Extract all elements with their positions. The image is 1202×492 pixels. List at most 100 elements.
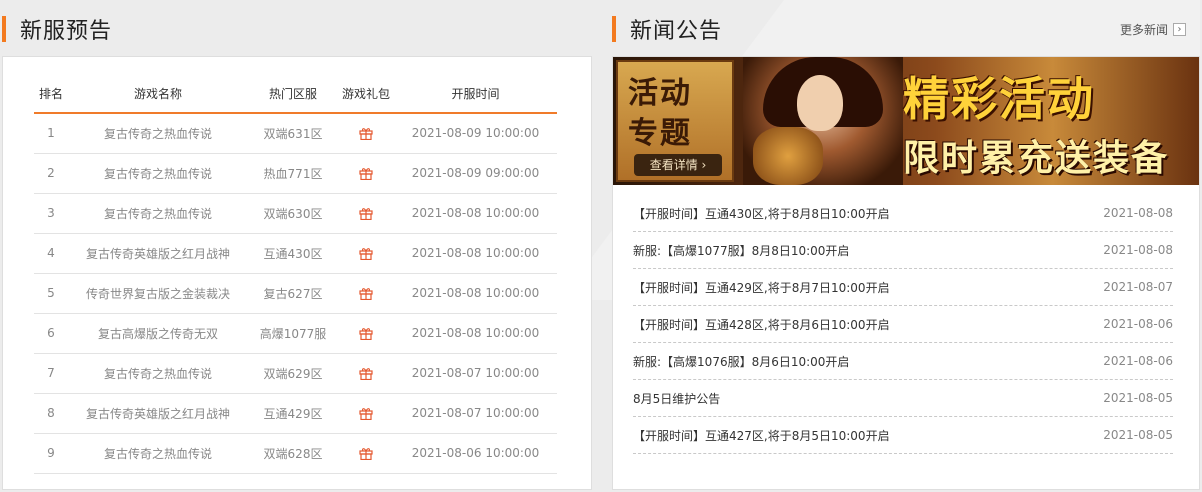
- gift-icon[interactable]: [359, 327, 373, 341]
- news-item[interactable]: 新服:【高爆1077服】8月8日10:00开启 2021-08-08: [633, 232, 1173, 269]
- news-item[interactable]: 【开服时间】互通429区,将于8月7日10:00开启 2021-08-07: [633, 269, 1173, 306]
- event-banner[interactable]: 活动 专题 查看详情 › 精彩活动 限时累充送装备: [613, 57, 1199, 185]
- news-item-title[interactable]: 新服:【高爆1077服】8月8日10:00开启: [633, 242, 849, 259]
- col-rank: 排名: [34, 75, 68, 114]
- gift-cell: [338, 193, 394, 234]
- server-name-link[interactable]: 复古627区: [248, 273, 338, 314]
- col-server: 热门区服: [248, 75, 338, 114]
- new-server-header: 新服预告: [2, 12, 112, 46]
- news-item-title[interactable]: 新服:【高爆1076服】8月6日10:00开启: [633, 353, 849, 370]
- news-list: 【开服时间】互通430区,将于8月8日10:00开启 2021-08-08 新服:【…: [633, 195, 1173, 454]
- open-time-cell: 2021-08-08 10:00:00: [394, 193, 557, 234]
- news-item[interactable]: 8月5日维护公告 2021-08-05: [633, 380, 1173, 417]
- news-title: 新闻公告: [630, 19, 723, 44]
- open-time-cell: 2021-08-08 10:00:00: [394, 233, 557, 274]
- new-server-title: 新服预告: [20, 19, 113, 44]
- rank-cell: 3: [34, 193, 68, 234]
- open-time-cell: 2021-08-09 09:00:00: [394, 153, 557, 194]
- server-name-link[interactable]: 热血771区: [248, 153, 338, 194]
- table-row: 5 传奇世界复古版之金装裁决 复古627区 2021-08-08 10:00:00: [34, 273, 557, 314]
- game-name-link[interactable]: 复古传奇之热血传说: [68, 113, 248, 154]
- gift-icon[interactable]: [359, 207, 373, 221]
- rank-cell: 2: [34, 153, 68, 194]
- game-name-link[interactable]: 复古传奇之热血传说: [68, 433, 248, 474]
- open-time-cell: 2021-08-08 10:00:00: [394, 273, 557, 314]
- news-item-date: 2021-08-06: [1103, 317, 1173, 331]
- server-name-link[interactable]: 双端629区: [248, 353, 338, 394]
- news-item[interactable]: 【开服时间】互通428区,将于8月6日10:00开启 2021-08-06: [633, 306, 1173, 343]
- gift-cell: [338, 233, 394, 274]
- news-header: 新闻公告 更多新闻 ›: [612, 12, 1200, 46]
- banner-topic-line2: 专题: [628, 116, 692, 151]
- open-time-cell: 2021-08-07 10:00:00: [394, 353, 557, 394]
- game-name-link[interactable]: 传奇世界复古版之金装裁决: [68, 273, 248, 314]
- chevron-right-icon: ›: [1173, 23, 1186, 36]
- table-row: 8 复古传奇英雄版之红月战神 互通429区 2021-08-07 10:00:00: [34, 393, 557, 434]
- news-item[interactable]: 【开服时间】互通430区,将于8月8日10:00开启 2021-08-08: [633, 195, 1173, 232]
- gift-cell: [338, 273, 394, 314]
- gift-icon[interactable]: [359, 247, 373, 261]
- rank-cell: 1: [34, 113, 68, 154]
- gift-icon[interactable]: [359, 287, 373, 301]
- news-item-date: 2021-08-08: [1103, 243, 1173, 257]
- game-name-link[interactable]: 复古传奇之热血传说: [68, 353, 248, 394]
- news-item-date: 2021-08-08: [1103, 206, 1173, 220]
- banner-headline: 精彩活动: [903, 72, 1095, 126]
- news-item-date: 2021-08-07: [1103, 280, 1173, 294]
- server-name-link[interactable]: 互通429区: [248, 393, 338, 434]
- open-time-cell: 2021-08-09 10:00:00: [394, 113, 557, 154]
- event-topic-box: 活动 专题 查看详情 ›: [616, 60, 734, 182]
- gift-icon[interactable]: [359, 447, 373, 461]
- gift-cell: [338, 313, 394, 354]
- gift-cell: [338, 433, 394, 474]
- news-item-date: 2021-08-05: [1103, 391, 1173, 405]
- server-name-link[interactable]: 双端630区: [248, 193, 338, 234]
- header-accent-bar: [612, 16, 616, 42]
- table-header-row: 排名 游戏名称 热门区服 游戏礼包 开服时间: [34, 75, 557, 114]
- table-row: 4 复古传奇英雄版之红月战神 互通430区 2021-08-08 10:00:00: [34, 233, 557, 274]
- gift-icon[interactable]: [359, 367, 373, 381]
- table-row: 9 复古传奇之热血传说 双端628区 2021-08-06 10:00:00: [34, 433, 557, 474]
- news-item[interactable]: 新服:【高爆1076服】8月6日10:00开启 2021-08-06: [633, 343, 1173, 380]
- rank-cell: 5: [34, 273, 68, 314]
- server-name-link[interactable]: 双端628区: [248, 433, 338, 474]
- game-name-link[interactable]: 复古传奇之热血传说: [68, 193, 248, 234]
- news-item-title[interactable]: 【开服时间】互通430区,将于8月8日10:00开启: [633, 205, 890, 222]
- server-name-link[interactable]: 高爆1077服: [248, 313, 338, 354]
- table-row: 1 复古传奇之热血传说 双端631区 2021-08-09 10:00:00: [34, 113, 557, 154]
- game-name-link[interactable]: 复古传奇之热血传说: [68, 153, 248, 194]
- gift-cell: [338, 393, 394, 434]
- view-details-button[interactable]: 查看详情 ›: [634, 154, 722, 176]
- gift-icon[interactable]: [359, 407, 373, 421]
- open-time-cell: 2021-08-06 10:00:00: [394, 433, 557, 474]
- news-item-date: 2021-08-05: [1103, 428, 1173, 442]
- open-time-cell: 2021-08-08 10:00:00: [394, 313, 557, 354]
- news-item-title[interactable]: 【开服时间】互通427区,将于8月5日10:00开启: [633, 427, 890, 444]
- rank-cell: 7: [34, 353, 68, 394]
- game-name-link[interactable]: 复古高爆版之传奇无双: [68, 313, 248, 354]
- game-name-link[interactable]: 复古传奇英雄版之红月战神: [68, 393, 248, 434]
- more-news-link[interactable]: 更多新闻 ›: [1120, 21, 1186, 38]
- banner-topic-line1: 活动: [628, 76, 692, 111]
- rank-cell: 6: [34, 313, 68, 354]
- gift-icon[interactable]: [359, 167, 373, 181]
- table-row: 3 复古传奇之热血传说 双端630区 2021-08-08 10:00:00: [34, 193, 557, 234]
- news-item-title[interactable]: 8月5日维护公告: [633, 390, 720, 407]
- server-name-link[interactable]: 双端631区: [248, 113, 338, 154]
- server-name-link[interactable]: 互通430区: [248, 233, 338, 274]
- gift-cell: [338, 153, 394, 194]
- news-item-title[interactable]: 【开服时间】互通428区,将于8月6日10:00开启: [633, 316, 890, 333]
- gift-cell: [338, 113, 394, 154]
- news-item[interactable]: 【开服时间】互通427区,将于8月5日10:00开启 2021-08-05: [633, 417, 1173, 454]
- banner-subline: 限时累充送装备: [903, 137, 1170, 179]
- open-time-cell: 2021-08-07 10:00:00: [394, 393, 557, 434]
- col-gift: 游戏礼包: [338, 75, 394, 114]
- new-server-panel: 排名 游戏名称 热门区服 游戏礼包 开服时间 1 复古传奇之热血传说 双端631区 2…: [2, 56, 592, 490]
- gift-icon[interactable]: [359, 127, 373, 141]
- news-panel: 活动 专题 查看详情 › 精彩活动 限时累充送装备 【开服时间】互通430区,将…: [612, 56, 1200, 490]
- game-name-link[interactable]: 复古传奇英雄版之红月战神: [68, 233, 248, 274]
- table-row: 2 复古传奇之热血传说 热血771区 2021-08-09 09:00:00: [34, 153, 557, 194]
- more-news-label: 更多新闻: [1119, 23, 1168, 37]
- news-item-title[interactable]: 【开服时间】互通429区,将于8月7日10:00开启: [633, 279, 890, 296]
- rank-cell: 8: [34, 393, 68, 434]
